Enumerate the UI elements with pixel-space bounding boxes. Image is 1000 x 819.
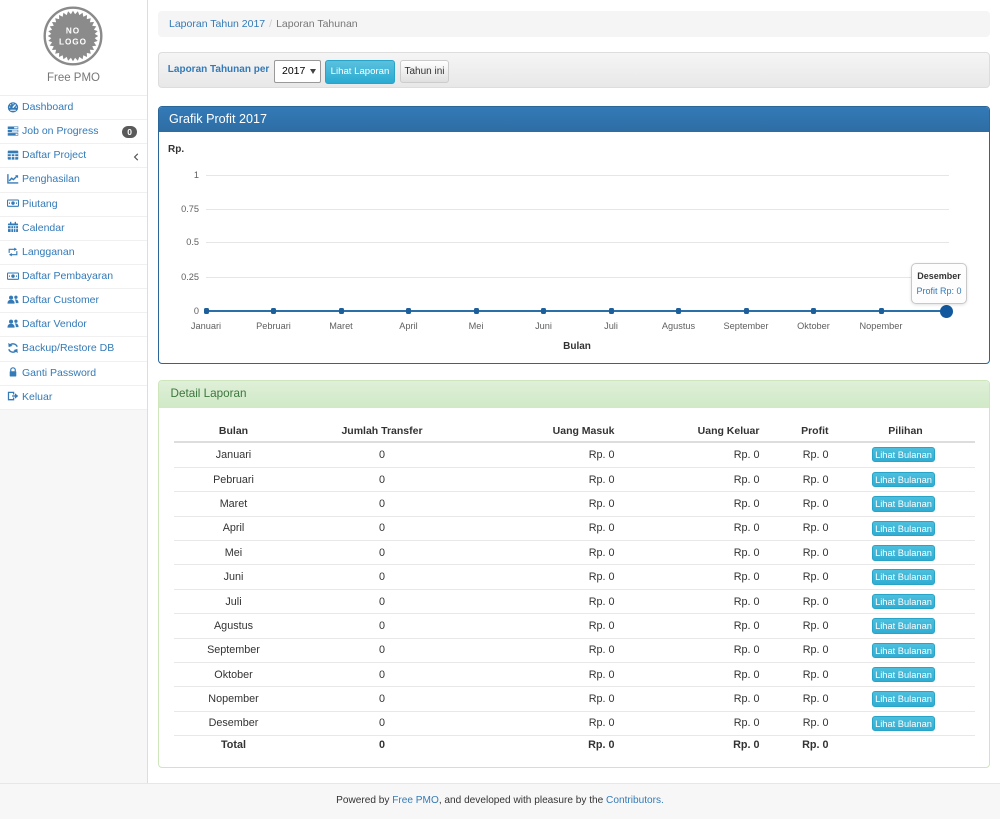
svg-text:NO: NO bbox=[66, 27, 80, 36]
svg-text:LOGO: LOGO bbox=[59, 38, 87, 47]
